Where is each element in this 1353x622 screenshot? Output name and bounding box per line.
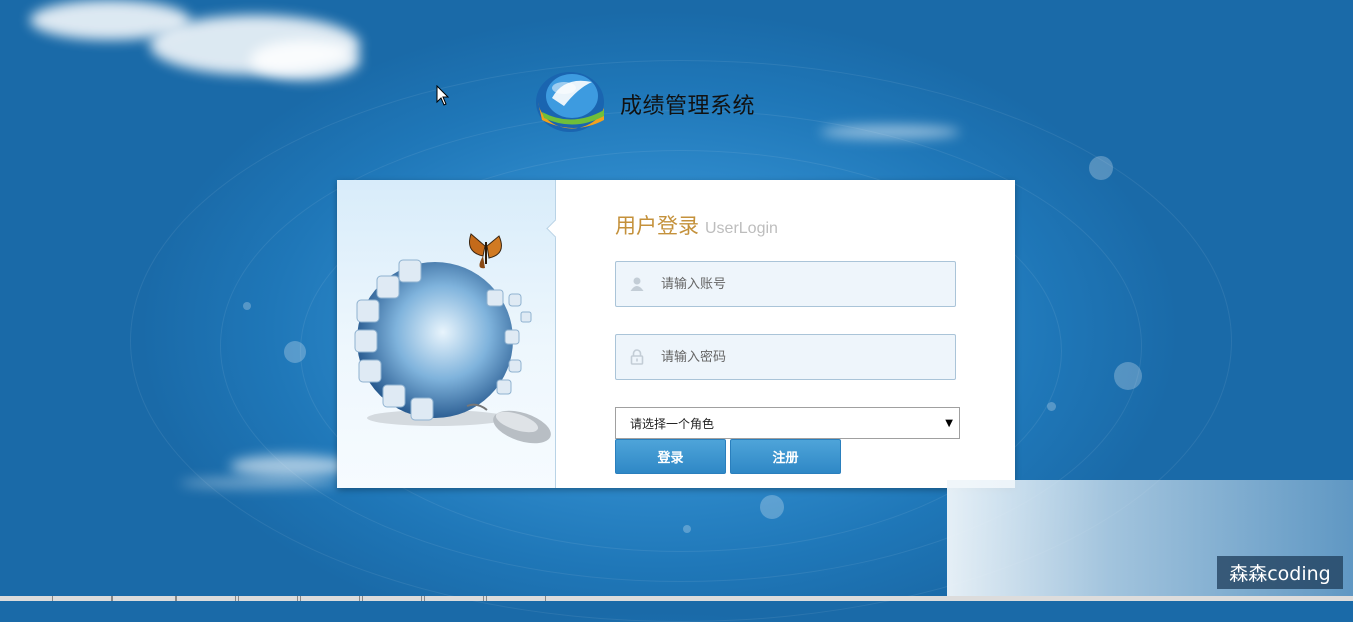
password-input[interactable]	[659, 348, 923, 366]
user-icon	[630, 277, 644, 291]
login-button[interactable]: 登录	[615, 439, 726, 474]
app-title: 成绩管理系统	[620, 94, 756, 119]
mouse-cursor-icon	[436, 85, 450, 106]
bubble	[284, 341, 306, 363]
taskbar-item[interactable]	[300, 596, 360, 601]
butterfly-icon	[469, 233, 502, 269]
register-button[interactable]: 注册	[730, 439, 841, 474]
cloud	[180, 478, 340, 488]
password-field[interactable]	[615, 334, 956, 380]
role-select-value: 请选择一个角色	[630, 416, 715, 431]
taskbar-item[interactable]	[238, 596, 298, 601]
login-heading-en: UserLogin	[705, 220, 778, 237]
username-input[interactable]	[659, 275, 923, 293]
watermark: 森森coding	[1217, 556, 1343, 589]
computer-mouse-icon	[466, 403, 551, 444]
bubble	[1047, 402, 1056, 411]
taskbar-item[interactable]	[52, 596, 112, 601]
taskbar-item[interactable]	[486, 596, 546, 601]
login-card: 用户登录 UserLogin 请选择一个角色 ▼ 登录 注册	[337, 180, 1015, 488]
illustration-panel	[337, 180, 565, 488]
globe-puzzle-illustration	[354, 233, 551, 444]
lock-icon	[630, 349, 644, 365]
taskbar-item[interactable]	[112, 596, 176, 601]
role-select[interactable]: 请选择一个角色 ▼	[615, 407, 960, 439]
taskbar-item[interactable]	[424, 596, 484, 601]
chevron-down-icon[interactable]: ▼	[945, 418, 953, 429]
bubble	[243, 302, 251, 310]
taskbar	[0, 596, 1353, 601]
bubble	[1114, 362, 1142, 390]
cloud	[230, 455, 350, 477]
login-heading: 用户登录 UserLogin	[615, 210, 778, 240]
bubble	[760, 495, 784, 519]
bubble	[683, 525, 691, 533]
username-field[interactable]	[615, 261, 956, 307]
taskbar-item[interactable]	[176, 596, 236, 601]
taskbar-item[interactable]	[362, 596, 422, 601]
bubble	[1089, 156, 1113, 180]
app-logo	[536, 72, 604, 132]
cloud	[250, 40, 360, 80]
app-header: 成绩管理系统	[534, 68, 755, 134]
cloud	[820, 125, 960, 139]
login-heading-cn: 用户登录	[615, 214, 699, 238]
